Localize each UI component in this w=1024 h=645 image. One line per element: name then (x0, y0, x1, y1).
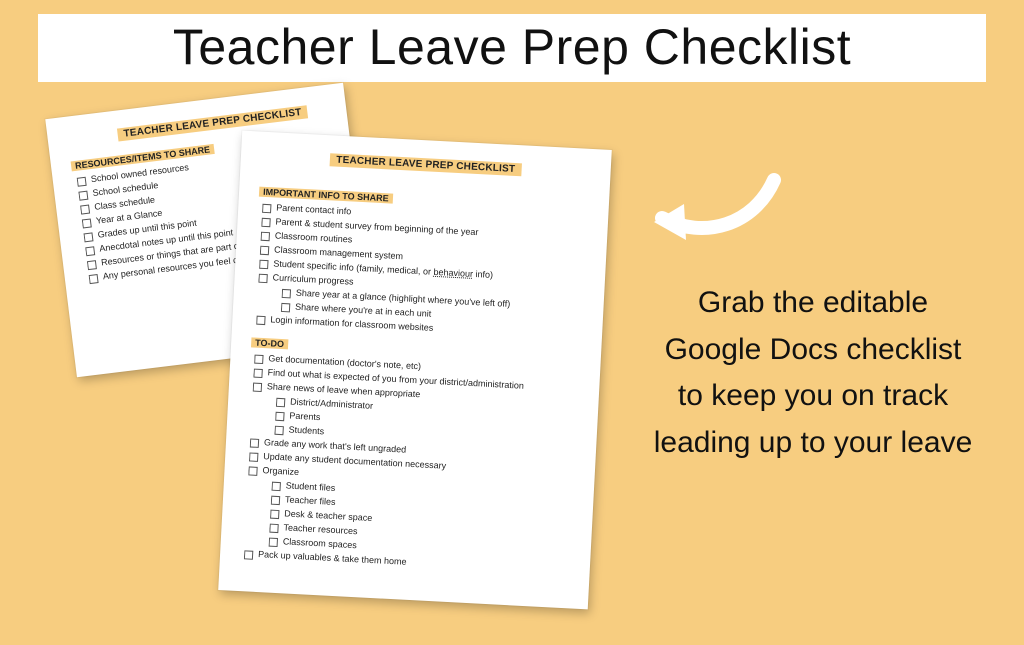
doc-title: TEACHER LEAVE PREP CHECKLIST (330, 153, 522, 176)
important-info-list: Parent contact info Parent & student sur… (252, 201, 588, 344)
arrow-icon (644, 160, 784, 250)
checklist-page-front: TEACHER LEAVE PREP CHECKLIST IMPORTANT I… (218, 131, 612, 610)
todo-list: Get documentation (doctor's note, etc) F… (240, 352, 580, 578)
cta-text: Grab the editable Google Docs checklist … (648, 280, 978, 466)
page-title: Teacher Leave Prep Checklist (38, 14, 986, 82)
section-heading: TO-DO (251, 338, 288, 350)
checklist-preview: TEACHER LEAVE PREP CHECKLIST RESOURCES/I… (60, 100, 620, 620)
